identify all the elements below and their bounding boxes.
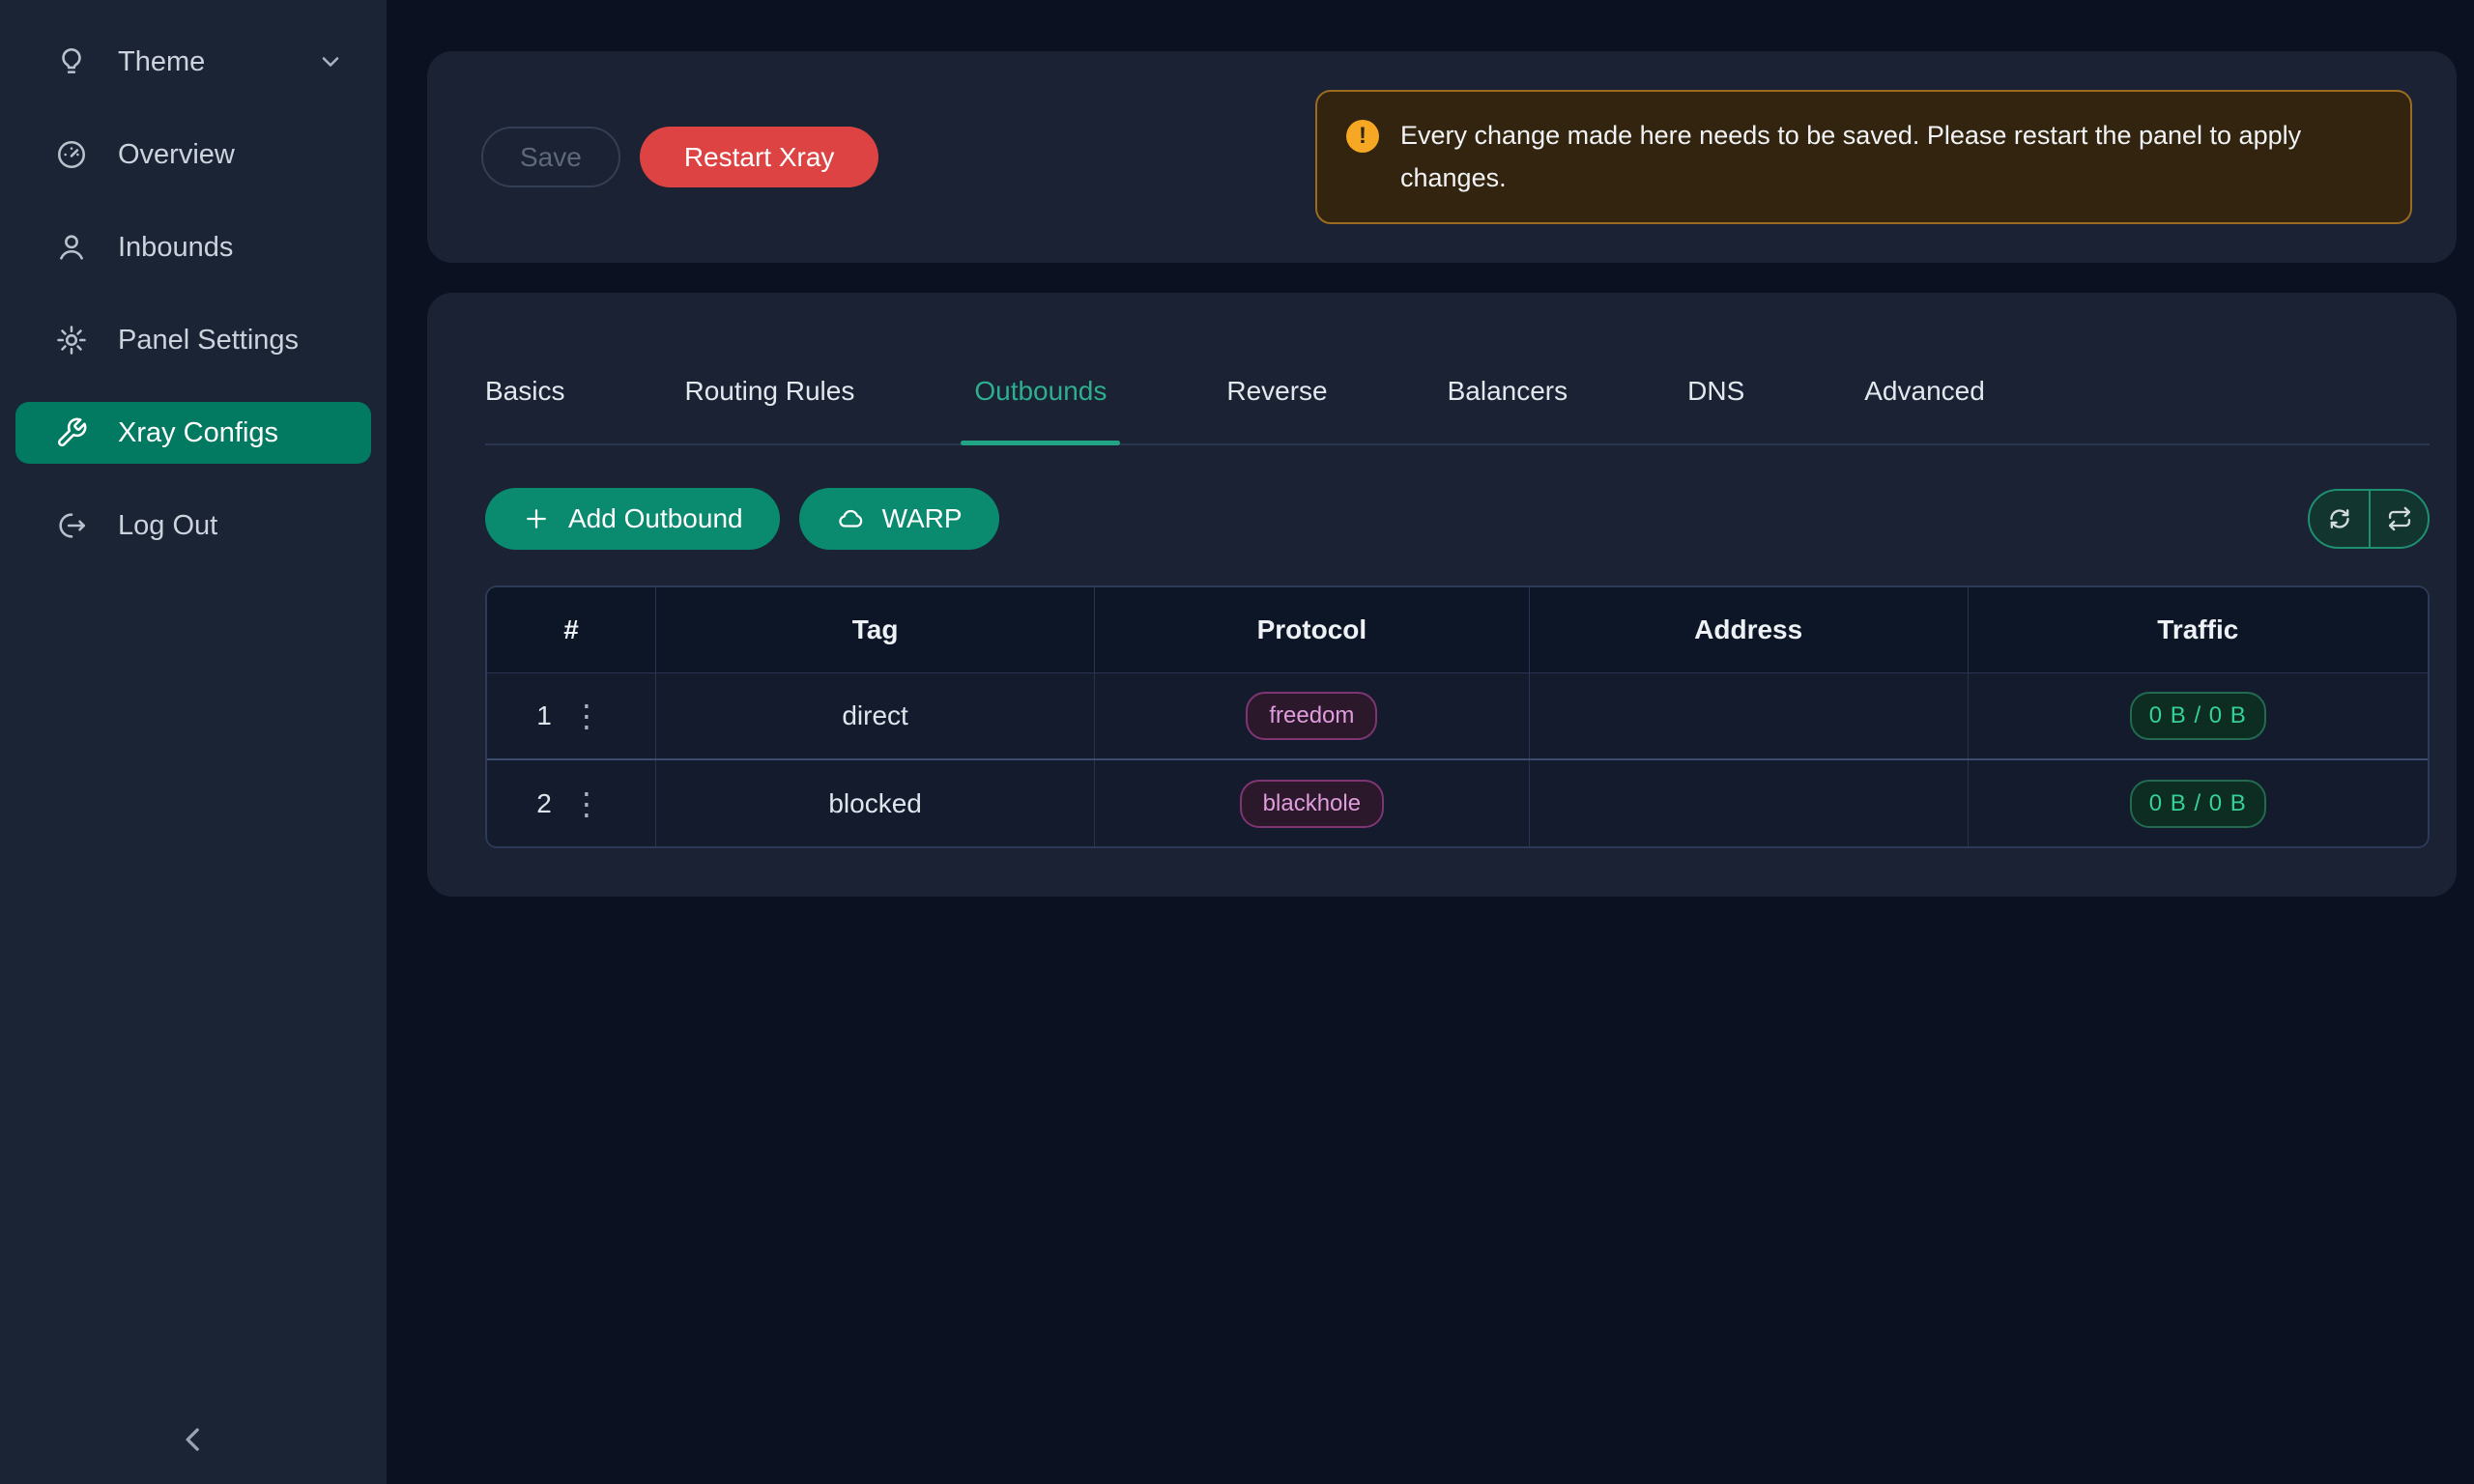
add-outbound-button[interactable]: Add Outbound [485, 488, 780, 550]
refresh-icon [2326, 505, 2353, 532]
row-menu-button[interactable]: ⋮ [567, 788, 606, 819]
sidebar-collapse-button[interactable] [174, 1420, 213, 1459]
table-header-row: # Tag Protocol Address Traffic [487, 587, 2428, 672]
exclamation-circle-icon: ! [1346, 120, 1379, 153]
sidebar-item-overview[interactable]: Overview [15, 124, 371, 186]
refresh-button[interactable] [2310, 491, 2369, 547]
warning-alert: ! Every change made here needs to be sav… [1315, 90, 2412, 223]
toolbar-card: Save Restart Xray ! Every change made he… [427, 51, 2457, 263]
sidebar-item-label: Inbounds [118, 232, 233, 264]
tab-balancers[interactable]: Balancers [1448, 376, 1568, 443]
add-outbound-label: Add Outbound [568, 503, 743, 534]
gauge-icon [54, 137, 89, 172]
warp-button[interactable]: WARP [799, 488, 999, 550]
address-cell [1529, 759, 1968, 846]
tab-dns[interactable]: DNS [1687, 376, 1744, 443]
protocol-badge: blackhole [1240, 780, 1384, 828]
tab-reverse[interactable]: Reverse [1226, 376, 1327, 443]
gear-icon [54, 323, 89, 357]
column-header-address: Address [1529, 587, 1968, 672]
sidebar-item-log-out[interactable]: Log Out [15, 495, 371, 556]
sidebar-item-xray-configs[interactable]: Xray Configs [15, 402, 371, 464]
logout-icon [54, 508, 89, 543]
protocol-badge: freedom [1246, 692, 1377, 740]
column-header-number: # [487, 587, 656, 672]
tab-outbounds[interactable]: Outbounds [974, 376, 1107, 443]
restart-xray-button[interactable]: Restart Xray [640, 127, 879, 187]
sidebar-item-label: Theme [118, 46, 205, 78]
sidebar-item-theme[interactable]: Theme [15, 31, 371, 93]
traffic-badge: 0 B / 0 B [2130, 780, 2266, 828]
table-row: 2 ⋮ blocked blackhole 0 B / 0 B [487, 759, 2428, 846]
column-header-tag: Tag [656, 587, 1095, 672]
actions-row: Add Outbound WARP [485, 488, 2430, 550]
chevron-down-icon [317, 48, 344, 75]
row-index: 1 [536, 700, 552, 731]
sidebar-item-label: Log Out [118, 510, 217, 542]
bulb-icon [54, 44, 89, 79]
tag-cell: blocked [656, 759, 1095, 846]
refresh-button-group [2308, 489, 2430, 549]
sidebar-item-label: Xray Configs [118, 417, 278, 449]
wrench-icon [54, 415, 89, 450]
app-root: Theme Overview Inbounds [0, 0, 2474, 1484]
sidebar-item-label: Overview [118, 139, 235, 171]
sidebar-item-panel-settings[interactable]: Panel Settings [15, 309, 371, 371]
row-menu-button[interactable]: ⋮ [567, 700, 606, 731]
sidebar-item-label: Panel Settings [118, 325, 299, 357]
warp-label: WARP [882, 503, 963, 534]
sidebar-item-inbounds[interactable]: Inbounds [15, 216, 371, 278]
xray-configs-card: Basics Routing Rules Outbounds Reverse B… [427, 293, 2457, 897]
tab-basics[interactable]: Basics [485, 376, 564, 443]
tab-advanced[interactable]: Advanced [1864, 376, 1985, 443]
row-index: 2 [536, 788, 552, 819]
repeat-icon [2386, 505, 2413, 532]
column-header-traffic: Traffic [1968, 587, 2428, 672]
save-button[interactable]: Save [481, 127, 620, 187]
column-header-protocol: Protocol [1094, 587, 1529, 672]
main-content: Save Restart Xray ! Every change made he… [387, 0, 2474, 1484]
tab-routing-rules[interactable]: Routing Rules [684, 376, 854, 443]
user-icon [54, 230, 89, 265]
cloud-icon [836, 504, 865, 533]
alert-message: Every change made here needs to be saved… [1400, 115, 2381, 198]
tag-cell: direct [656, 672, 1095, 759]
table-row: 1 ⋮ direct freedom 0 B / 0 B [487, 672, 2428, 759]
traffic-badge: 0 B / 0 B [2130, 692, 2266, 740]
reload-button[interactable] [2369, 491, 2428, 547]
plus-icon [522, 504, 551, 533]
sidebar: Theme Overview Inbounds [0, 0, 387, 1484]
chevron-left-icon [174, 1420, 213, 1459]
outbounds-table: # Tag Protocol Address Traffic 1 [485, 585, 2430, 848]
address-cell [1529, 672, 1968, 759]
tab-bar: Basics Routing Rules Outbounds Reverse B… [485, 293, 2430, 445]
